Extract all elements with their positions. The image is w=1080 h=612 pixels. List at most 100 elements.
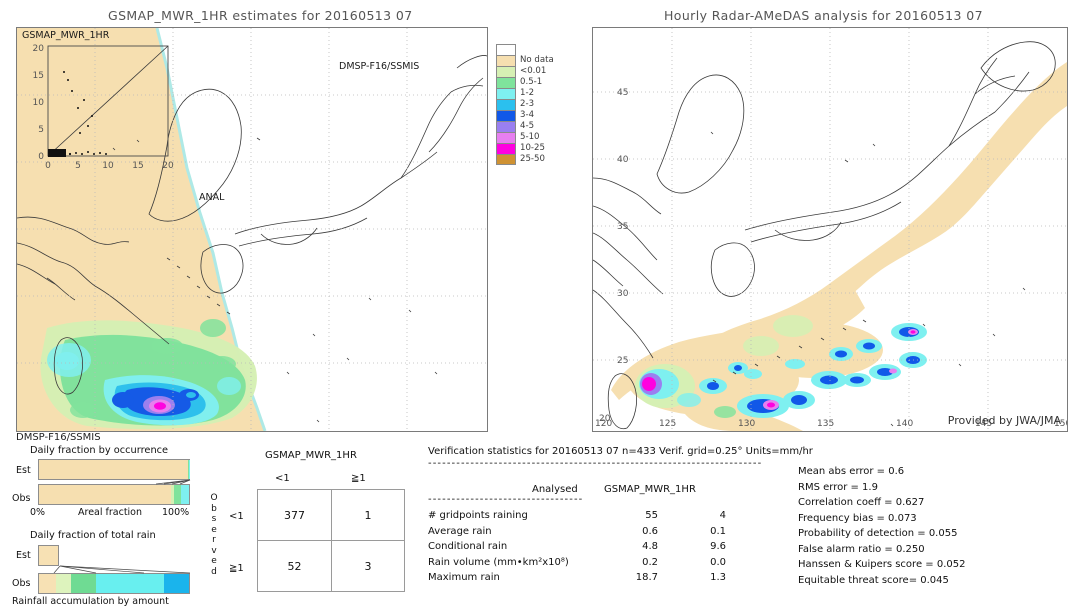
colorbar-swatch-7 — [496, 121, 516, 132]
right-panel-title: Hourly Radar-AMeDAS analysis for 2016051… — [664, 8, 983, 23]
svg-text:10: 10 — [102, 161, 114, 171]
colorbar-label-1: <0.01 — [520, 66, 547, 76]
colorbar-swatch-10 — [496, 154, 516, 165]
right-map-panel[interactable]: 45 40 35 30 25 20 120 125 130 135 140 14… — [592, 27, 1068, 432]
svg-text:15: 15 — [132, 161, 143, 171]
table-row: 377 1 — [257, 489, 406, 541]
colorbar-swatch-5 — [496, 99, 516, 110]
bar-segment-2 — [70, 574, 96, 593]
colorbar-swatch-1 — [496, 55, 516, 66]
table-row: 52 3 — [257, 540, 406, 592]
verification-score-6: Hanssen & Kuipers score = 0.052 — [798, 559, 966, 570]
bar-segment-0 — [39, 574, 56, 593]
row-axis-char: e — [211, 524, 217, 535]
verification-row-label: # gridpoints raining — [428, 510, 528, 521]
row-axis-char: O — [210, 493, 218, 503]
verification-row: # gridpoints raining 55 4 — [428, 508, 828, 524]
verification-score-7: Equitable threat score= 0.045 — [798, 574, 949, 586]
svg-text:5: 5 — [75, 161, 81, 171]
verification-score-2: Correlation coeff = 0.627 — [798, 497, 925, 508]
amount-est-bar — [38, 545, 60, 566]
colorbar-label-5: 3-4 — [520, 110, 535, 120]
row-axis-char: s — [211, 514, 217, 524]
colorbar-label-4: 2-3 — [520, 99, 535, 109]
colorbar-label-0: No data — [520, 55, 554, 65]
verification-row-analysed: 0.2 — [642, 556, 658, 568]
bar-segment-0 — [39, 546, 59, 565]
svg-text:45: 45 — [617, 88, 628, 98]
inset-scatter-plot[interactable]: GSMAP_MWR_1HR 20 15 10 5 0 0 5 10 15 20 — [20, 30, 174, 171]
contingency-row-header-0: <1 — [229, 511, 244, 522]
contingency-row-axis-label: Observed — [208, 493, 220, 577]
colorbar-swatch-4 — [496, 88, 516, 99]
row-axis-char: e — [211, 556, 217, 566]
colorbar-label-8: 10-25 — [520, 143, 545, 153]
verification-scores: Mean abs error = 0.6 RMS error = 1.9 Corre… — [798, 464, 1078, 588]
colorbar-swatch-8 — [496, 132, 516, 143]
verification-row: Maximum rain 18.7 1.3 — [428, 570, 828, 586]
colorbar-swatches — [496, 44, 516, 165]
amount-chart-title: Daily fraction of total rain — [30, 530, 156, 541]
verification-stats-block: Verification statistics for 20160513 07 … — [428, 444, 1076, 612]
amount-chart: Daily fraction of total rain Est Obs Rai… — [6, 530, 196, 612]
verification-row: Rain volume (mm•km²x10⁸) 0.2 0.0 — [428, 555, 828, 571]
bar-segment-0 — [39, 485, 171, 504]
verification-score-4: Probability of detection = 0.055 — [798, 528, 958, 539]
occurrence-obs-bar — [38, 484, 190, 505]
verification-row: Conditional rain 4.8 9.6 — [428, 539, 828, 555]
verification-row-estimate: 9.6 — [710, 541, 726, 552]
verification-divider-2: --------------------------------- — [428, 494, 584, 505]
contingency-table[interactable]: 377 1 52 3 — [257, 489, 406, 592]
occurrence-axis-center: Areal fraction — [78, 507, 143, 518]
cell-false-alarm: 1 — [330, 489, 406, 541]
amount-obs-bar — [38, 573, 190, 594]
verification-row-label: Conditional rain — [428, 541, 508, 552]
verification-score-5: False alarm ratio = 0.250 — [798, 543, 925, 555]
verification-row-analysed: 55 — [645, 510, 658, 521]
colorbar-labels: No data <0.01 0.5-1 1-2 2-3 3-4 4-5 5-10 10-25 25… — [520, 55, 554, 165]
verification-rows: # gridpoints raining 55 4 Average rain 0.6 0.… — [428, 508, 828, 586]
verification-row-analysed: 18.7 — [635, 572, 658, 583]
occurrence-chart-title: Daily fraction by occurrence — [30, 445, 169, 456]
bar-segment-2 — [173, 485, 182, 504]
colorbar-swatch-6 — [496, 110, 516, 121]
colorbar-label-6: 4-5 — [520, 121, 535, 131]
amount-est-label: Est — [16, 550, 31, 561]
colorbar-label-3: 1-2 — [520, 88, 535, 98]
svg-text:30: 30 — [617, 289, 629, 299]
verification-row-label: Rain volume (mm•km²x10⁸) — [428, 556, 569, 568]
occurrence-est-bar — [38, 459, 190, 480]
inset-title: GSMAP_MWR_1HR — [22, 30, 110, 41]
cell-miss: 52 — [257, 540, 332, 592]
svg-text:35: 35 — [617, 222, 628, 232]
left-map-panel[interactable]: GSMAP_MWR_1HR 20 15 10 5 0 0 5 10 15 20 — [16, 27, 488, 432]
amount-chart-caption: Rainfall accumulation by amount — [12, 596, 169, 607]
bar-segment-4 — [163, 574, 189, 593]
occurrence-axis-left: 0% — [30, 507, 46, 518]
contingency-row-header-1: ≧1 — [229, 563, 244, 574]
verification-row-estimate: 1.3 — [710, 572, 726, 583]
svg-text:120: 120 — [595, 419, 612, 429]
verification-row: Average rain 0.6 0.1 — [428, 524, 828, 540]
colorbar-swatch-2 — [496, 66, 516, 77]
svg-text:20: 20 — [162, 161, 174, 171]
verification-row-estimate: 0.0 — [710, 556, 726, 568]
svg-text:5: 5 — [38, 125, 44, 135]
left-panel-title: GSMAP_MWR_1HR estimates for 20160513 07 — [108, 8, 413, 23]
jwa-credit: Provided by JWA/JMA — [947, 414, 1061, 427]
svg-text:20: 20 — [33, 44, 45, 54]
row-axis-char: r — [212, 535, 216, 545]
svg-text:140: 140 — [896, 419, 913, 429]
verification-row-analysed: 0.6 — [642, 525, 658, 537]
colorbar-label-7: 5-10 — [520, 132, 540, 142]
row-axis-char: d — [211, 566, 217, 577]
svg-text:130: 130 — [738, 419, 755, 429]
verification-row-analysed: 4.8 — [642, 541, 658, 552]
bar-segment-3 — [181, 485, 189, 504]
verification-row-estimate: 0.1 — [710, 525, 726, 537]
svg-text:10: 10 — [33, 98, 45, 108]
colorbar: No data <0.01 0.5-1 1-2 2-3 3-4 4-5 5-10 10-25 25… — [496, 44, 554, 165]
colorbar-label-2: 0.5-1 — [520, 77, 543, 87]
svg-text:15: 15 — [33, 71, 44, 81]
svg-text:40: 40 — [617, 155, 629, 165]
